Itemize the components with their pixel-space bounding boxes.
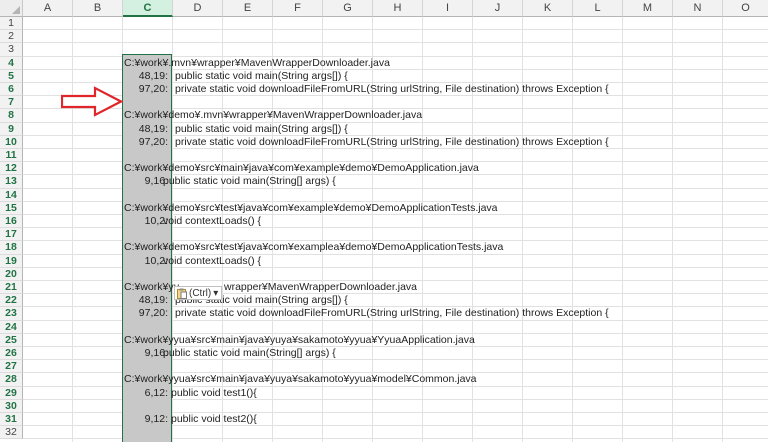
row-header-23[interactable]: 23 [0,307,23,321]
code-line-cell[interactable]: private static void downloadFileFromURL(… [175,307,609,320]
grid-line-vertical [722,17,723,442]
row-header-4[interactable]: 4 [0,56,23,70]
grid-line-vertical [72,17,73,442]
file-path-cell[interactable]: C:¥work¥yyua¥src¥main¥java¥yuya¥sakamoto… [124,334,475,347]
code-line-cell[interactable]: public void test2(){ [171,413,257,426]
column-header-a[interactable]: A [23,0,73,17]
file-path-cell[interactable]: C:¥work¥.mvn¥wrapper¥MavenWrapperDownloa… [124,57,390,70]
line-number-cell[interactable]: 48,19: [123,294,172,307]
row-header-25[interactable]: 25 [0,333,23,347]
code-line-cell[interactable]: public static void main(String[] args) { [163,347,336,360]
spreadsheet: ABCDEFGHIJKLMNO 1 2 3 4 5 6 7 8 9 10 11 12 13 14 15 16 1… [0,0,768,442]
column-header-m[interactable]: M [623,0,673,17]
row-header-31[interactable]: 31 [0,413,23,427]
paste-options-label: (Ctrl) [189,287,212,299]
code-line-cell[interactable]: void contextLoads() { [163,215,261,228]
row-header-14[interactable]: 14 [0,188,23,202]
column-header-j[interactable]: J [473,0,523,17]
column-headers: ABCDEFGHIJKLMNO [23,0,768,17]
column-header-g[interactable]: G [323,0,373,17]
line-number-cell[interactable]: 97,20: [123,307,172,320]
paste-options-button[interactable]: (Ctrl) ▾ [174,286,223,300]
column-header-e[interactable]: E [223,0,273,17]
column-header-b[interactable]: B [73,0,123,17]
row-header-26[interactable]: 26 [0,347,23,361]
grid-line-horizontal [23,29,768,31]
chevron-down-icon: ▾ [213,287,219,299]
row-header-3[interactable]: 3 [0,43,23,57]
grid-line-horizontal [23,42,768,44]
code-line-cell[interactable]: public void test1(){ [171,387,257,400]
row-header-9[interactable]: 9 [0,122,23,136]
row-header-19[interactable]: 19 [0,254,23,268]
red-arrow-icon [61,86,123,117]
column-header-i[interactable]: I [423,0,473,17]
line-number-cell[interactable]: 6,12: [123,387,172,400]
file-path-cell-tail[interactable]: wrapper¥MavenWrapperDownloader.java [224,281,417,294]
column-header-l[interactable]: L [573,0,623,17]
line-number-cell[interactable]: 97,20: [123,83,172,96]
code-line-cell[interactable]: public static void main(String args[]) { [175,123,348,136]
column-header-h[interactable]: H [373,0,423,17]
column-header-c[interactable]: C [123,0,173,17]
grid-line-vertical [622,17,623,442]
row-header-15[interactable]: 15 [0,201,23,215]
file-path-cell[interactable]: C:¥work¥demo¥.mvn¥wrapper¥MavenWrapperDo… [124,109,422,122]
row-header-7[interactable]: 7 [0,96,23,110]
column-header-o[interactable]: O [723,0,768,17]
row-header-24[interactable]: 24 [0,320,23,334]
row-header-1[interactable]: 1 [0,17,23,31]
grid-line-vertical [572,17,573,442]
line-number-cell[interactable]: 48,19: [123,123,172,136]
row-header-11[interactable]: 11 [0,149,23,163]
select-all-corner[interactable] [0,0,23,17]
row-header-17[interactable]: 17 [0,228,23,242]
grid-line-vertical [672,17,673,442]
code-line-cell[interactable]: public static void main(String[] args) { [163,175,336,188]
line-number-cell[interactable]: 9,12: [123,413,172,426]
row-header-13[interactable]: 13 [0,175,23,189]
column-header-n[interactable]: N [673,0,723,17]
file-path-cell[interactable]: C:¥work¥yu [124,281,179,294]
file-path-cell[interactable]: C:¥work¥yyua¥src¥main¥java¥yuya¥sakamoto… [124,373,477,386]
row-header-10[interactable]: 10 [0,135,23,149]
code-line-cell[interactable]: private static void downloadFileFromURL(… [175,136,609,149]
row-header-21[interactable]: 21 [0,281,23,295]
row-headers: 1 2 3 4 5 6 7 8 9 10 11 12 13 14 15 16 17 18 19 20 21 22 23 24 2… [0,17,23,442]
code-line-cell[interactable]: private static void downloadFileFromURL(… [175,83,609,96]
row-header-22[interactable]: 22 [0,294,23,308]
cell-grid[interactable]: C:¥work¥.mvn¥wrapper¥MavenWrapperDownloa… [23,17,768,442]
row-header-6[interactable]: 6 [0,83,23,97]
column-header-f[interactable]: F [273,0,323,17]
row-header-30[interactable]: 30 [0,399,23,413]
row-header-20[interactable]: 20 [0,267,23,281]
grid-line-vertical [522,17,523,442]
file-path-cell[interactable]: C:¥work¥demo¥src¥main¥java¥com¥example¥d… [124,162,479,175]
row-header-8[interactable]: 8 [0,109,23,123]
row-header-27[interactable]: 27 [0,360,23,374]
row-header-12[interactable]: 12 [0,162,23,176]
file-path-cell[interactable]: C:¥work¥demo¥src¥test¥java¥com¥examplea¥… [124,241,503,254]
row-header-18[interactable]: 18 [0,241,23,255]
column-header-k[interactable]: K [523,0,573,17]
file-path-cell[interactable]: C:¥work¥demo¥src¥test¥java¥com¥example¥d… [124,202,498,215]
row-header-16[interactable]: 16 [0,215,23,229]
row-header-28[interactable]: 28 [0,373,23,387]
clipboard-icon [177,288,187,299]
line-number-cell[interactable]: 48,19: [123,70,172,83]
code-line-cell[interactable]: public static void main(String args[]) { [175,70,348,83]
row-header-5[interactable]: 5 [0,69,23,83]
row-header-2[interactable]: 2 [0,30,23,44]
line-number-cell[interactable]: 97,20: [123,136,172,149]
code-line-cell[interactable]: void contextLoads() { [163,255,261,268]
row-header-29[interactable]: 29 [0,386,23,400]
row-header-32[interactable]: 32 [0,426,23,440]
column-header-d[interactable]: D [173,0,223,17]
